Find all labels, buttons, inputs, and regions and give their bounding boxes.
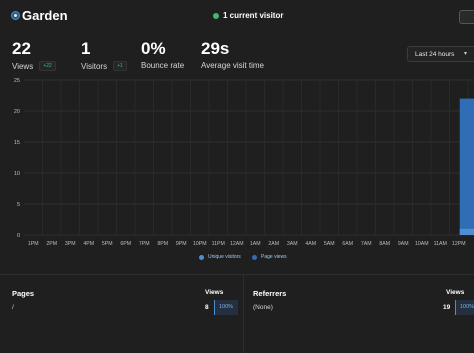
x-tick-label: 11AM (434, 241, 447, 247)
site-logo-icon (11, 11, 20, 20)
chevron-down-icon: ▾ (463, 51, 467, 57)
x-tick-label: 6AM (342, 241, 353, 247)
metric-label: Bounce rate (141, 61, 185, 70)
metric-label: Views (12, 61, 34, 71)
x-tick-label: 7AM (361, 241, 372, 247)
metric-change-badge: +1 (113, 61, 127, 71)
referrers-views-column-header: Views (446, 289, 465, 296)
pages-views-column-header: Views (205, 289, 224, 296)
referrer-row-percent: 100% (455, 300, 474, 315)
metric-change-badge: +22 (39, 61, 56, 71)
chart-legend: Unique visitors Page views (0, 254, 474, 264)
page-row-count: 8 (205, 304, 209, 311)
x-tick-label: 7PM (139, 241, 150, 247)
current-visitors-label[interactable]: 1 current visitor (223, 11, 283, 20)
legend-item-page-views[interactable]: Page views (252, 254, 287, 260)
y-tick-label: 10 (14, 171, 20, 177)
x-tick-label: 10PM (193, 241, 207, 247)
x-tick-label: 9PM (176, 241, 187, 247)
referrer-row-label[interactable]: (None) (253, 304, 273, 311)
metric-value: 29s (201, 39, 230, 58)
metric-value: 1 (81, 39, 91, 58)
referrer-row-count: 19 (443, 304, 451, 311)
metric-label: Visitors (81, 61, 108, 71)
metric-value: 22 (12, 39, 31, 58)
metric-value: 0% (141, 39, 166, 58)
legend-item-unique-visitors[interactable]: Unique visitors (199, 254, 241, 260)
site-name[interactable]: Garden (22, 8, 68, 23)
section-divider (0, 274, 474, 275)
x-tick-label: 8AM (379, 241, 390, 247)
views-chart-svg: 0 5 10 15 20 25 1PM 2PM 3PM 4PM 5PM 6PM 7PM 8PM 9PM 10P… (14, 78, 474, 247)
metric-visit-time[interactable]: 29s Average visit time (201, 39, 264, 71)
x-tick-label: 5PM (102, 241, 113, 247)
x-tick-label: 1PM (28, 241, 39, 247)
metric-visitors[interactable]: 1 Visitors +1 (81, 40, 127, 71)
date-range-label: Last 24 hours (415, 51, 455, 58)
header-bar: Garden 1 current visitor (0, 0, 474, 32)
referrers-panel-title: Referrers (253, 289, 287, 298)
views-chart[interactable]: 0 5 10 15 20 25 1PM 2PM 3PM 4PM 5PM 6PM 7PM 8PM 9PM 10P… (0, 72, 474, 254)
x-tick-label: 2AM (268, 241, 279, 247)
x-tick-label: 8PM (157, 241, 168, 247)
date-range-select[interactable]: Last 24 hours ▾ (407, 46, 474, 62)
x-tick-label: 6PM (120, 241, 131, 247)
unique-visitors-swatch (199, 254, 204, 260)
x-tick-label: 3AM (287, 241, 298, 247)
y-tick-label: 0 (17, 233, 20, 239)
live-status-dot-icon (213, 13, 219, 19)
pages-panel-title: Pages (12, 289, 35, 298)
page-views-swatch (252, 254, 257, 260)
unique-visitors-bar (459, 228, 474, 235)
metric-label: Average visit time (201, 61, 264, 70)
x-tick-label: 10AM (415, 241, 429, 247)
x-tick-label: 2PM (46, 241, 57, 247)
x-tick-label: 3PM (65, 241, 76, 247)
page-row-label[interactable]: / (12, 304, 14, 311)
x-tick-label: 11PM (212, 241, 225, 247)
x-tick-label: 4AM (305, 241, 316, 247)
y-tick-label: 20 (14, 109, 20, 115)
x-tick-label: 12AM (230, 241, 244, 247)
x-tick-label: 9AM (398, 241, 409, 247)
panel-divider (243, 275, 244, 353)
y-tick-label: 25 (14, 78, 20, 84)
metric-bounce-rate[interactable]: 0% Bounce rate (141, 39, 185, 71)
y-tick-label: 5 (17, 202, 20, 208)
x-tick-label: 12PM (452, 241, 466, 247)
page-views-bar (459, 98, 474, 235)
x-tick-label: 4PM (83, 241, 94, 247)
settings-button[interactable] (459, 10, 474, 24)
x-tick-label: 1AM (250, 241, 261, 247)
page-row-percent: 100% (214, 300, 238, 315)
x-tick-label: 5AM (324, 241, 335, 247)
legend-label: Unique visitors (208, 254, 241, 260)
y-tick-label: 15 (14, 140, 20, 146)
metric-views[interactable]: 22 Views +22 (12, 40, 56, 71)
legend-label: Page views (261, 254, 287, 260)
